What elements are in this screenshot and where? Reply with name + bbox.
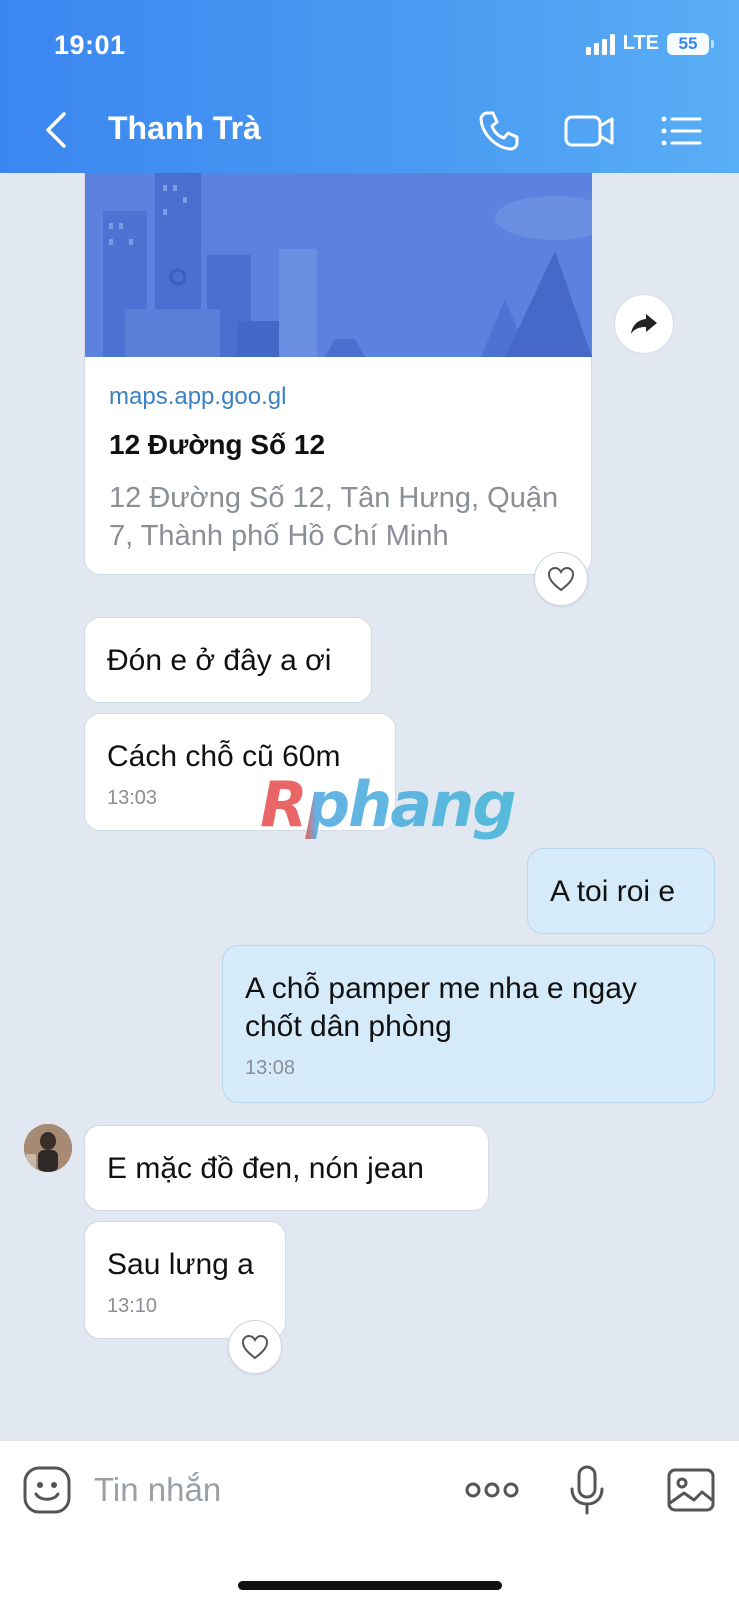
microphone-icon <box>570 1465 604 1515</box>
react-button[interactable] <box>228 1320 282 1374</box>
video-call-button[interactable] <box>562 106 618 156</box>
message-time: 13:08 <box>245 1057 296 1079</box>
signal-icon <box>585 33 615 55</box>
sticker-icon <box>23 1466 71 1514</box>
status-time: 19:01 <box>54 30 126 60</box>
chevron-left-icon <box>46 112 66 148</box>
message-text: E mặc đồ đen, nón jean <box>107 1152 424 1185</box>
heart-icon <box>241 1334 269 1360</box>
message-bubble[interactable]: Đón e ở đây a ơi <box>84 617 372 703</box>
status-indicators: LTE 55 <box>585 32 714 55</box>
share-button[interactable] <box>614 294 674 354</box>
phone-icon <box>479 111 519 151</box>
more-dots-icon <box>465 1482 519 1498</box>
more-options-button[interactable] <box>462 1463 522 1517</box>
link-description: 12 Đường Số 12, Tân Hưng, Quận 7, Thành … <box>109 482 559 552</box>
message-text: Sau lưng a <box>107 1248 254 1281</box>
chat-menu-button[interactable] <box>656 106 706 156</box>
location-link-card[interactable]: maps.app.goo.gl 12 Đường Số 12 12 Đường … <box>84 173 592 575</box>
share-arrow-icon <box>631 314 657 334</box>
back-button[interactable] <box>38 108 78 152</box>
gallery-button[interactable] <box>664 1463 718 1517</box>
message-text: A chỗ pamper me nha e ngay chốt dân phòn… <box>245 972 637 1043</box>
link-title: 12 Đường Số 12 <box>109 429 326 460</box>
network-label: LTE <box>622 32 659 54</box>
voice-button[interactable] <box>560 1463 614 1517</box>
chat-header: 19:01 LTE 55 Thanh Trà <box>0 0 739 173</box>
image-icon <box>667 1468 715 1512</box>
message-text: Đón e ở đây a ơi <box>107 644 332 677</box>
message-text: A toi roi e <box>550 875 676 908</box>
battery-icon: 55 <box>667 32 714 55</box>
call-button[interactable] <box>474 106 524 156</box>
contact-avatar[interactable] <box>24 1124 72 1172</box>
sticker-button[interactable] <box>20 1463 74 1517</box>
list-menu-icon <box>661 116 702 146</box>
message-bubble[interactable]: E mặc đồ đen, nón jean <box>84 1125 489 1211</box>
link-domain[interactable]: maps.app.goo.gl <box>109 383 286 411</box>
contact-name[interactable]: Thanh Trà <box>108 110 261 147</box>
video-camera-icon <box>564 115 614 147</box>
watermark-logo: Rphang <box>260 768 517 841</box>
heart-icon <box>547 566 575 592</box>
message-input[interactable]: Tin nhắn <box>94 1471 221 1509</box>
map-preview-image <box>85 173 592 357</box>
message-bubble[interactable]: A chỗ pamper me nha e ngay chốt dân phòn… <box>222 945 715 1103</box>
message-bubble[interactable]: A toi roi e <box>527 848 715 934</box>
home-indicator <box>238 1581 502 1590</box>
message-time: 13:10 <box>107 1295 158 1317</box>
message-input-bar: Tin nhắn <box>0 1440 739 1600</box>
react-button[interactable] <box>534 552 588 606</box>
